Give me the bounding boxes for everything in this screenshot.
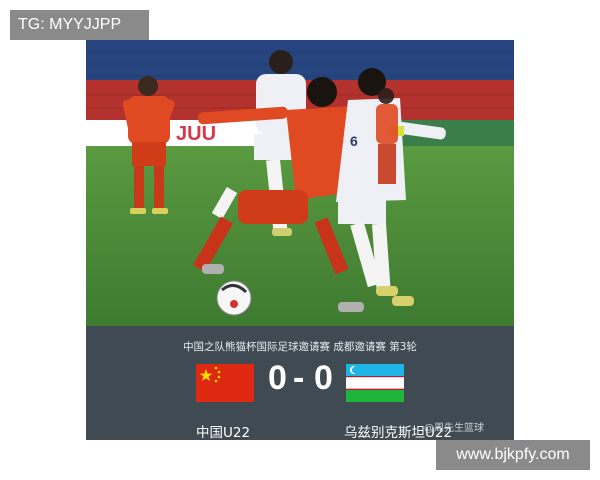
match-title: 中国之队熊猫杯国际足球邀请赛 成都邀请赛 第3轮 [183, 341, 417, 353]
china-flag-icon [196, 364, 254, 402]
match-photo: JUU 6 [86, 40, 514, 326]
football [216, 280, 252, 316]
score-separator: - [293, 359, 305, 397]
away-score: 0 [314, 359, 333, 397]
site-url-badge: www.bjkpfy.com [436, 440, 590, 470]
tg-badge: TG: MYYJJPP [10, 10, 149, 40]
banner-text: JUU [176, 123, 216, 145]
home-team-name: 中国U22 [196, 425, 251, 440]
jersey-number: 6 [350, 133, 358, 149]
scoreboard: 中国之队熊猫杯国际足球邀请赛 成都邀请赛 第3轮 0 - 0 中国U22 乌兹别… [86, 326, 514, 440]
match-card: JUU 6 中国之队熊猫杯国际足球邀请赛 成都邀请赛 第3轮 0 - 0 中国U… [86, 40, 514, 440]
weibo-watermark: @周先生篮球 [424, 423, 484, 434]
home-score: 0 [268, 359, 287, 397]
uzbekistan-flag-icon [346, 364, 404, 402]
